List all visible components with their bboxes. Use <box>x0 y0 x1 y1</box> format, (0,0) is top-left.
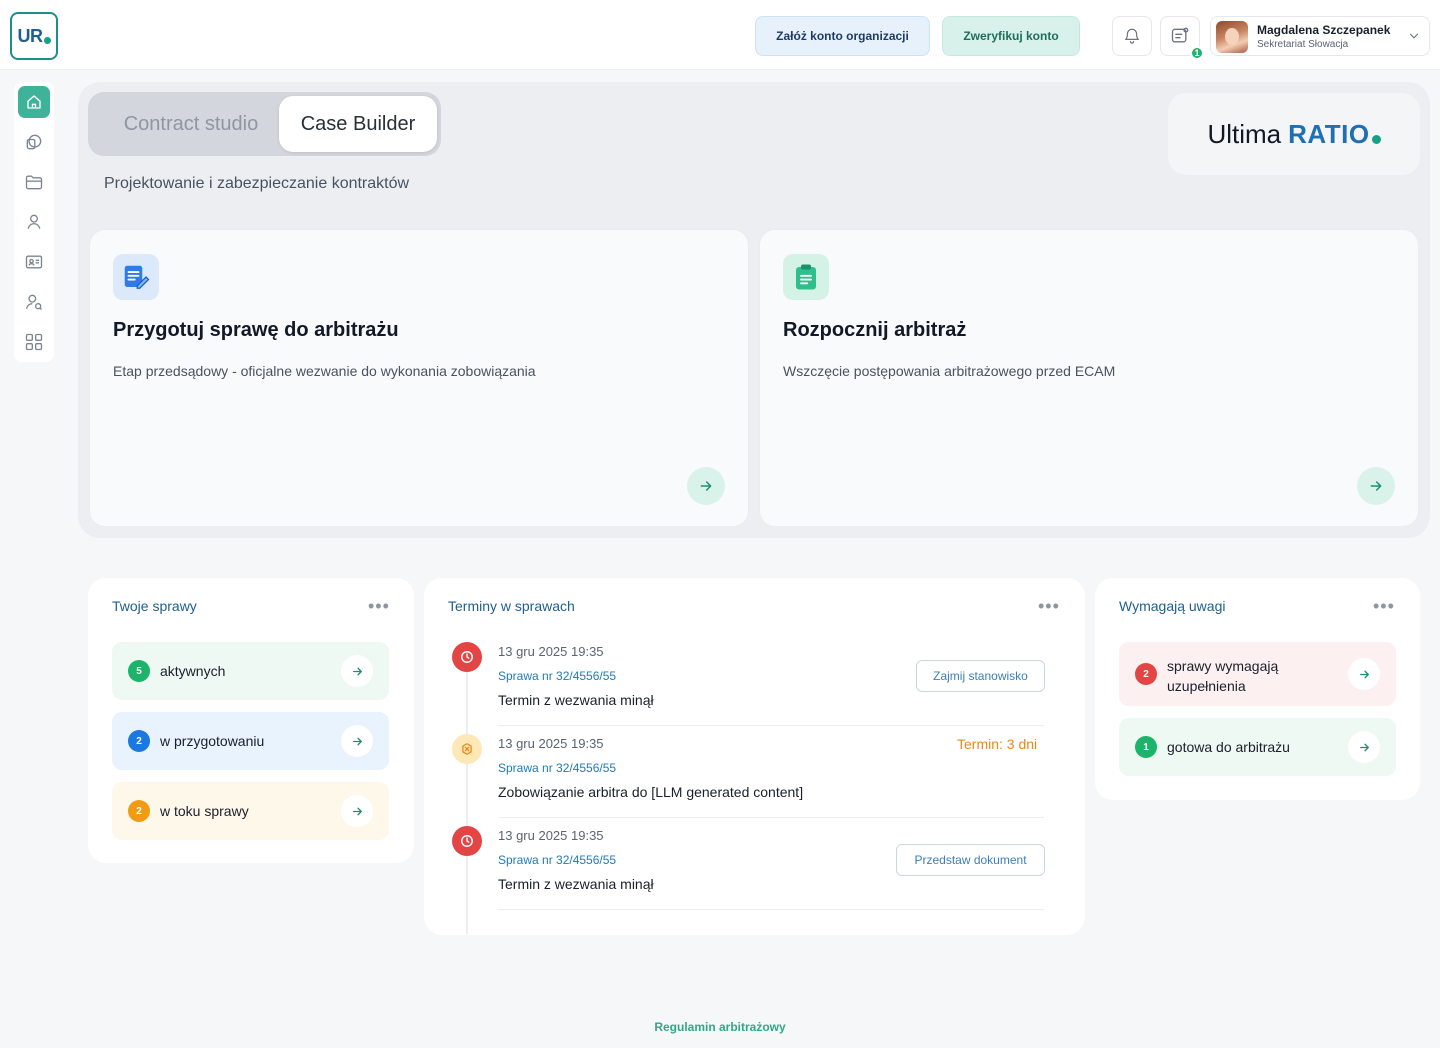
app-logo[interactable]: UR <box>10 12 58 60</box>
user-menu[interactable]: Magdalena Szczepanek Sekretariat Słowacj… <box>1210 16 1430 56</box>
list-item-label: sprawy wymagają uzupełnienia <box>1167 658 1279 694</box>
attention-panel: Wymagają uwagi ••• 2 sprawy wymagają uzup… <box>1095 578 1420 800</box>
home-icon <box>27 95 41 109</box>
your-cases-panel: Twoje sprawy ••• 5 aktywnych 2 w przygot… <box>88 578 414 863</box>
list-item-label: aktywnych <box>160 663 226 679</box>
deadline-date: 13 gru 2025 19:35 <box>498 644 604 659</box>
list-item-label: gotowa do arbitrażu <box>1167 739 1290 755</box>
user-search-icon <box>25 294 42 310</box>
arrow-right-icon[interactable] <box>1348 731 1380 763</box>
ready-for-arbitration-row[interactable]: 1 gotowa do arbitrażu <box>1119 718 1396 776</box>
sidebar-item-arbitrators[interactable] <box>18 286 50 318</box>
case-link[interactable]: Sprawa nr 32/4556/55 <box>498 761 616 775</box>
card-title: Rozpocznij arbitraż <box>783 319 967 341</box>
create-organization-account-button[interactable]: Załóż konto organizacji <box>755 16 930 56</box>
count-badge: 2 <box>128 800 150 822</box>
cases-icon <box>26 134 42 150</box>
case-link[interactable]: Sprawa nr 32/4556/55 <box>498 853 616 867</box>
clipboard-icon <box>783 254 829 300</box>
cases-active-row[interactable]: 5 aktywnych <box>112 642 389 700</box>
person-icon <box>27 214 41 229</box>
timeline-line <box>466 672 468 934</box>
arrow-right-icon <box>1370 481 1382 491</box>
arrow-right-icon[interactable] <box>1348 658 1380 690</box>
verify-account-button[interactable]: Zweryfikuj konto <box>942 16 1080 56</box>
card-title: Przygotuj sprawę do arbitrażu <box>113 319 399 341</box>
hero-subtitle: Projektowanie i zabezpieczanie kontraktó… <box>104 175 410 192</box>
deadline-text: Termin z wezwania minął <box>498 876 654 892</box>
messages-button[interactable]: 1 <box>1160 16 1204 60</box>
more-options-icon[interactable]: ••• <box>1373 596 1395 617</box>
count-badge: 1 <box>1135 736 1157 758</box>
deadline-text: Zobowiązanie arbitra do [LLM generated c… <box>498 784 804 800</box>
pending-deadline-icon <box>452 734 482 764</box>
arrow-right-icon[interactable] <box>341 795 373 827</box>
arrow-right-icon[interactable] <box>341 655 373 687</box>
user-name: Magdalena Szczepanek <box>1257 23 1391 37</box>
sidebar <box>14 82 54 362</box>
sidebar-item-parties[interactable] <box>18 206 50 238</box>
message-icon <box>1171 27 1189 43</box>
overdue-clock-icon <box>452 642 482 672</box>
count-badge: 2 <box>1135 663 1157 685</box>
divider <box>498 909 1044 910</box>
cases-in-progress-row[interactable]: 2 w toku sprawy <box>112 782 389 840</box>
sidebar-item-apps[interactable] <box>18 326 50 358</box>
folder-icon <box>25 175 43 190</box>
cases-preparation-row[interactable]: 2 w przygotowaniu <box>112 712 389 770</box>
prepare-case-card[interactable]: Przygotuj sprawę do arbitrażu Etap przed… <box>89 229 749 527</box>
take-position-button[interactable]: Zajmij stanowisko <box>916 660 1045 692</box>
panel-title: Wymagają uwagi <box>1119 598 1226 614</box>
brand-logo: Ultima RATIO <box>1168 93 1420 175</box>
card-description: Etap przedsądowy - oficjalne wezwanie do… <box>113 363 536 379</box>
list-item-label: w toku sprawy <box>160 803 249 819</box>
top-header: UR Załóż konto organizacji Zweryfikuj ko… <box>0 0 1440 70</box>
list-item-label: w przygotowaniu <box>160 733 265 749</box>
tab-case-builder[interactable]: Case Builder <box>279 96 437 152</box>
panel-title: Twoje sprawy <box>112 598 197 614</box>
arrow-right-icon[interactable] <box>341 725 373 757</box>
deadline-date: 13 gru 2025 19:35 <box>498 828 604 843</box>
sidebar-item-cases[interactable] <box>18 126 50 158</box>
id-card-icon <box>25 255 43 269</box>
divider <box>498 725 1044 726</box>
notifications-button[interactable] <box>1112 16 1152 56</box>
count-badge: 5 <box>128 660 150 682</box>
divider <box>498 817 1044 818</box>
sidebar-item-contacts[interactable] <box>18 246 50 278</box>
sidebar-item-documents[interactable] <box>18 166 50 198</box>
prepare-case-open-button[interactable] <box>687 467 725 505</box>
more-options-icon[interactable]: ••• <box>1038 596 1060 617</box>
sidebar-item-home[interactable] <box>18 86 50 118</box>
user-role: Sekretariat Słowacja <box>1257 39 1349 50</box>
avatar <box>1216 21 1248 53</box>
card-description: Wszczęcie postępowania arbitrażowego prz… <box>783 363 1116 379</box>
overdue-clock-icon <box>452 826 482 856</box>
chevron-down-icon <box>1409 33 1419 39</box>
start-arbitration-card[interactable]: Rozpocznij arbitraż Wszczęcie postępowan… <box>759 229 1419 527</box>
deadline-date: 13 gru 2025 19:35 <box>498 736 604 751</box>
messages-count-badge: 1 <box>1190 46 1204 60</box>
panel-title: Terminy w sprawach <box>448 598 575 614</box>
arbitration-rules-link[interactable]: Regulamin arbitrażowy <box>0 1020 1440 1034</box>
bell-icon <box>1125 28 1139 44</box>
case-link[interactable]: Sprawa nr 32/4556/55 <box>498 669 616 683</box>
document-edit-icon <box>113 254 159 300</box>
deadline-text: Termin z wezwania minął <box>498 692 654 708</box>
product-switcher: Contract studio Case Builder <box>88 92 441 156</box>
more-options-icon[interactable]: ••• <box>368 596 390 617</box>
submit-document-button[interactable]: Przedstaw dokument <box>896 844 1045 876</box>
deadline-remaining: Termin: 3 dni <box>957 736 1038 752</box>
start-arbitration-open-button[interactable] <box>1357 467 1395 505</box>
cases-needing-completion-row[interactable]: 2 sprawy wymagają uzupełnienia <box>1119 642 1396 706</box>
tab-contract-studio[interactable]: Contract studio <box>96 96 286 152</box>
arrow-right-icon <box>700 481 712 491</box>
count-badge: 2 <box>128 730 150 752</box>
grid-icon <box>25 333 43 351</box>
